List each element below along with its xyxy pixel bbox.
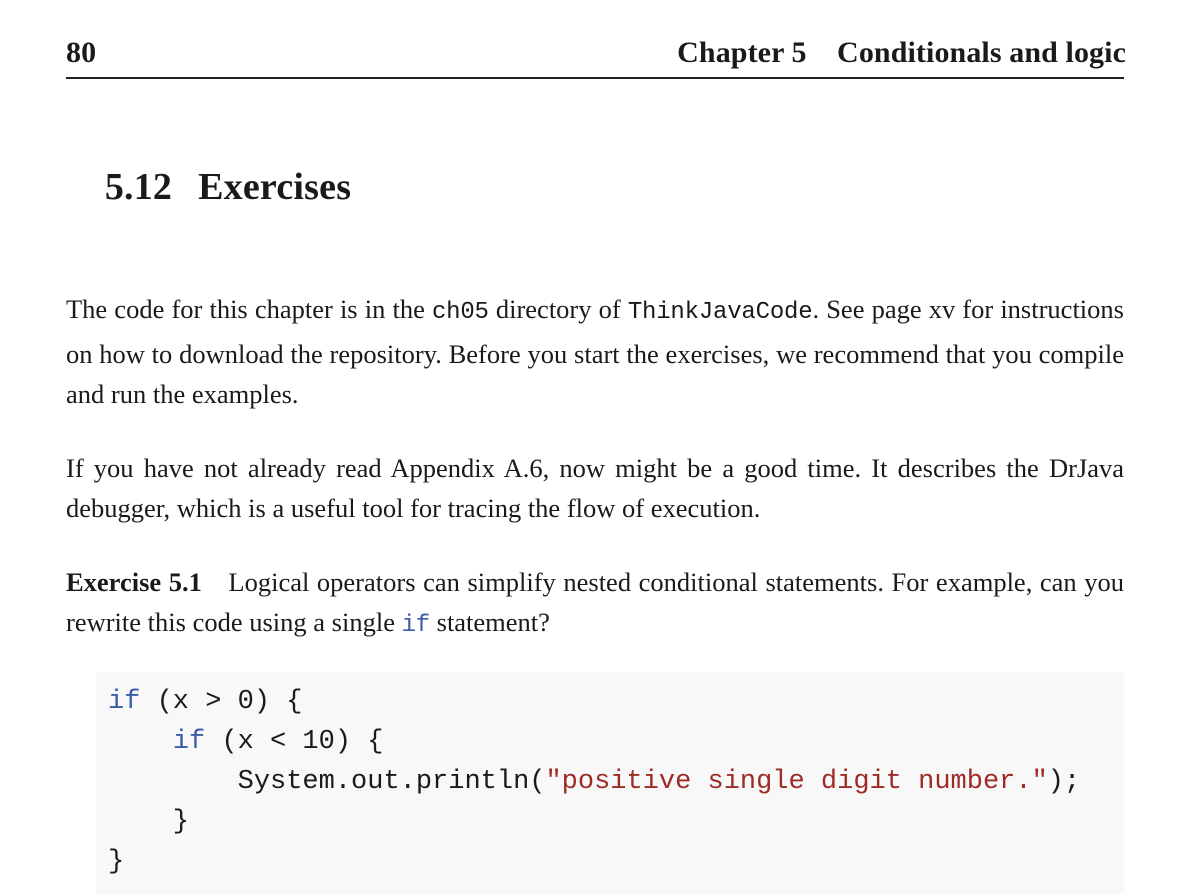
section-heading: 5.12 Exercises (66, 121, 1126, 253)
running-header: 80 Chapter 5 Conditionals and logic (66, 0, 1126, 70)
section-title: Exercises (198, 166, 352, 208)
page-number: 80 (66, 36, 97, 69)
code-token-pl: System.out.println( (108, 766, 546, 797)
code-token-pl: } (108, 846, 125, 877)
code-line: if (x > 0) { (96, 682, 1124, 722)
code-token-pl: (x > 0) { (140, 686, 303, 717)
section-number: 5.12 (104, 166, 173, 208)
text-run-0: The code for this chapter is in the (66, 294, 432, 324)
running-title: Chapter 5 Conditionals and logic (677, 36, 1126, 69)
repo-paragraph: The code for this chapter is in the ch05… (66, 289, 1124, 415)
code-line: } (96, 802, 1124, 842)
text-run-0: If you have not already read Appendix A.… (66, 452, 1124, 524)
exercise-paragraph: Exercise 5.1 Logical operators can simpl… (66, 562, 1124, 647)
code-line: if (x < 10) { (96, 722, 1124, 762)
text-run-1: Logical operators can simplify nested co… (66, 566, 1125, 638)
code-line: System.out.println("positive single digi… (96, 762, 1124, 802)
code-token-str: "positive single digit number." (545, 766, 1048, 797)
text-run-1: ch05 (431, 299, 489, 326)
code-token-pl: } (108, 806, 190, 837)
code-token-kw: if (172, 726, 206, 757)
code-block: if (x > 0) { if (x < 10) { System.out.pr… (96, 671, 1124, 894)
header-rule (66, 77, 1124, 79)
code-token-kw: if (108, 686, 141, 717)
debugger-paragraph: If you have not already read Appendix A.… (66, 448, 1124, 529)
text-run-2: directory of (488, 294, 628, 324)
code-line: } (96, 842, 1124, 882)
text-run-0: Exercise 5.1 (66, 566, 202, 597)
textbook-page: 80 Chapter 5 Conditionals and logic 5.12… (0, 0, 1192, 894)
code-token-pl: (x < 10) { (205, 726, 384, 757)
text-run-2: if (401, 612, 431, 639)
code-token-pl: ); (1047, 766, 1081, 797)
text-run-3: statement? (430, 607, 550, 637)
text-run-3: ThinkJavaCode (627, 299, 813, 326)
